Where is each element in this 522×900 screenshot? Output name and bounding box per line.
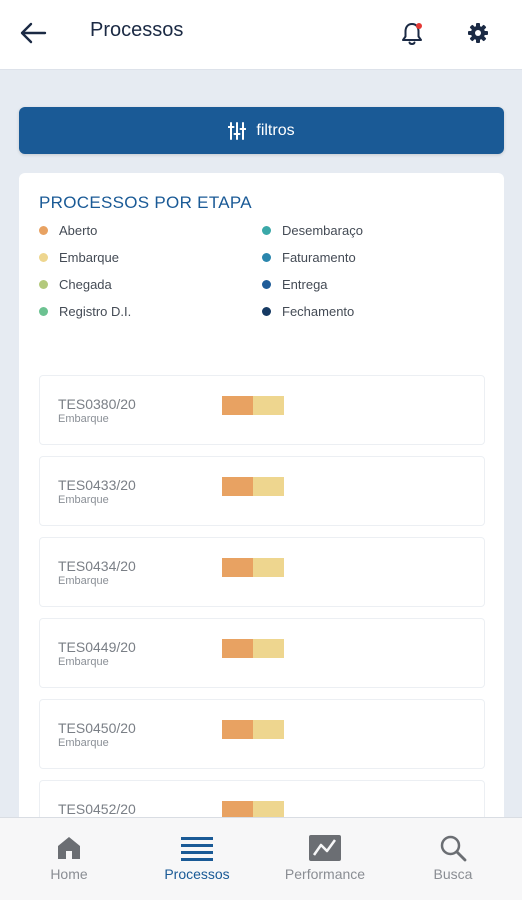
process-progress-bar (222, 396, 284, 415)
legend-item: Desembaraço (262, 223, 363, 238)
progress-segment-aberto (222, 720, 253, 739)
legend-dot (262, 280, 271, 289)
process-progress-bar (222, 477, 284, 496)
process-id: TES0449/20 (58, 639, 136, 655)
process-stage: Embarque (58, 494, 109, 506)
legend-item: Entrega (262, 277, 328, 292)
process-row[interactable]: TES0380/20 Embarque (39, 375, 485, 445)
filters-label: filtros (256, 121, 295, 139)
process-row[interactable]: TES0449/20 Embarque (39, 618, 485, 688)
list-icon (181, 837, 213, 861)
progress-segment-aberto (222, 396, 253, 415)
process-stage: Embarque (58, 656, 109, 668)
legend-dot (39, 226, 48, 235)
legend-item: Chegada (39, 277, 112, 292)
legend-dot (39, 280, 48, 289)
legend-dot (262, 307, 271, 316)
process-progress-bar (222, 558, 284, 577)
legend-label: Fechamento (282, 304, 355, 319)
notifications-button[interactable] (400, 21, 424, 47)
search-icon (440, 835, 467, 862)
process-id: TES0380/20 (58, 396, 136, 412)
nav-performance-label: Performance (284, 866, 366, 882)
nav-home-label: Home (50, 866, 88, 882)
process-id: TES0452/20 (58, 801, 136, 817)
process-row[interactable]: TES0433/20 Embarque (39, 456, 485, 526)
sliders-icon (228, 121, 247, 140)
page-title: Processos (90, 19, 184, 41)
gear-icon (468, 23, 488, 43)
legend-dot (39, 253, 48, 262)
progress-segment-embarque (253, 639, 284, 658)
legend-label: Embarque (59, 250, 119, 265)
process-id: TES0434/20 (58, 558, 136, 574)
legend-dot (262, 253, 271, 262)
nav-processos-label: Processos (164, 866, 230, 882)
legend-dot (39, 307, 48, 316)
nav-processos[interactable]: Processos (132, 818, 262, 900)
legend-label: Chegada (59, 277, 112, 292)
progress-segment-embarque (253, 558, 284, 577)
legend-label: Desembaraço (282, 223, 363, 238)
legend-label: Aberto (59, 223, 98, 238)
process-row[interactable]: TES0434/20 Embarque (39, 537, 485, 607)
progress-segment-aberto (222, 558, 253, 577)
bell-icon (402, 23, 422, 45)
nav-busca-label: Busca (433, 866, 473, 882)
legend-label: Faturamento (282, 250, 356, 265)
nav-busca[interactable]: Busca (388, 818, 518, 900)
progress-segment-embarque (253, 720, 284, 739)
process-row[interactable]: TES0450/20 Embarque (39, 699, 485, 769)
arrow-left-icon (20, 22, 47, 44)
process-stage: Embarque (58, 413, 109, 425)
bottom-navigation: Home Processos Performance Busca (0, 817, 522, 900)
legend-dot (262, 226, 271, 235)
progress-segment-aberto (222, 477, 253, 496)
legend-item: Faturamento (262, 250, 356, 265)
progress-segment-embarque (253, 477, 284, 496)
progress-segment-embarque (253, 396, 284, 415)
process-stage: Embarque (58, 737, 109, 749)
settings-button[interactable] (466, 21, 490, 45)
process-progress-bar (222, 639, 284, 658)
legend-item: Fechamento (262, 304, 354, 319)
nav-home[interactable]: Home (4, 818, 134, 900)
legend-label: Entrega (282, 277, 328, 292)
legend-item: Aberto (39, 223, 97, 238)
process-progress-bar (222, 720, 284, 739)
notification-dot (416, 23, 422, 29)
summary-title: PROCESSOS POR ETAPA (39, 193, 252, 212)
back-button[interactable] (18, 20, 48, 46)
nav-performance[interactable]: Performance (260, 818, 390, 900)
legend-item: Embarque (39, 250, 119, 265)
process-id: TES0450/20 (58, 720, 136, 736)
legend-label: Registro D.I. (59, 304, 132, 319)
top-bar: Processos (0, 0, 522, 70)
process-summary-card: PROCESSOS POR ETAPA Aberto Embarque Chegad… (19, 173, 504, 873)
legend-item: Registro D.I. (39, 304, 131, 319)
home-icon (58, 837, 80, 859)
progress-segment-aberto (222, 639, 253, 658)
filters-button[interactable]: filtros (19, 107, 504, 154)
process-stage: Embarque (58, 575, 109, 587)
process-id: TES0433/20 (58, 477, 136, 493)
chart-icon (309, 835, 341, 861)
